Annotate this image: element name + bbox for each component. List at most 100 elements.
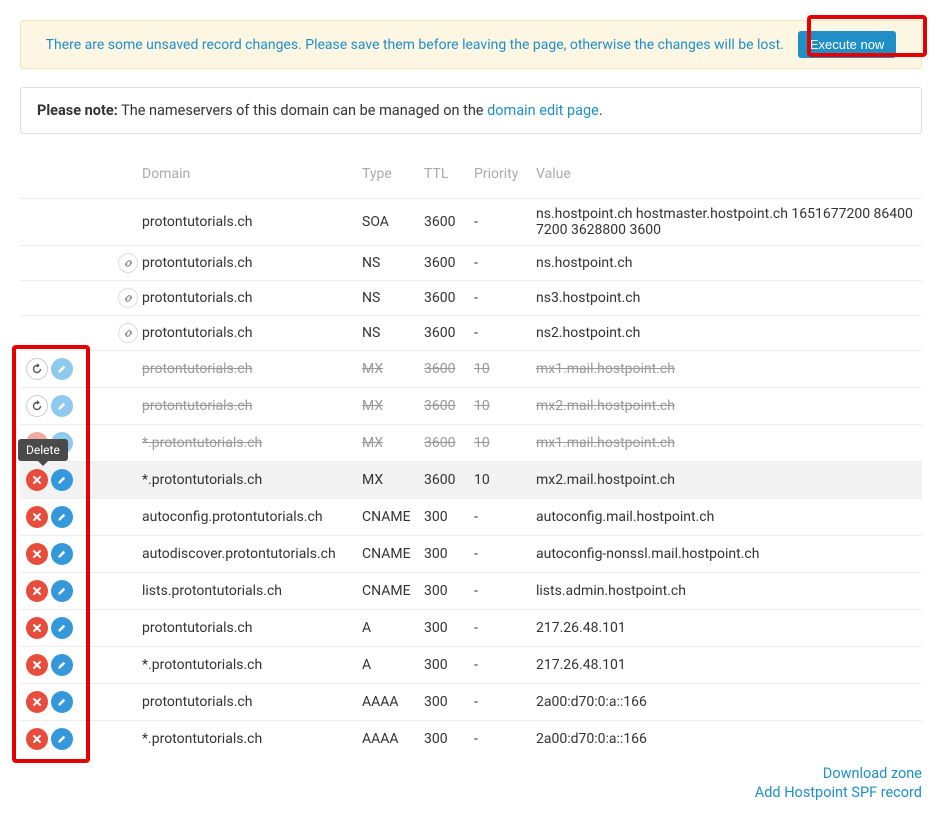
cell-value: mx2.mail.hostpoint.ch [530,388,922,425]
cell-type: A [356,610,418,647]
cell-domain: protontutorials.ch [136,684,356,721]
cell-domain: protontutorials.ch [136,316,356,351]
table-row: protontutorials.chMX360010mx1.mail.hostp… [20,351,922,388]
note-suffix: . [599,102,603,119]
cell-value: 217.26.48.101 [530,610,922,647]
cell-type: AAAA [356,684,418,721]
header-type: Type [356,158,418,199]
table-row: autoconfig.protontutorials.chCNAME300-au… [20,499,922,536]
delete-icon[interactable] [26,691,48,713]
edit-icon[interactable] [51,580,73,602]
cell-priority: - [468,610,530,647]
cell-value: ns.hostpoint.ch [530,246,922,281]
cell-ttl: 3600 [418,199,468,246]
header-value: Value [530,158,922,199]
link-icon [118,253,138,273]
cell-priority: - [468,499,530,536]
dns-records-table-wrap: Domain Type TTL Priority Value protontut… [20,158,922,757]
cell-value: mx2.mail.hostpoint.ch [530,462,922,499]
cell-domain: protontutorials.ch [136,610,356,647]
cell-ttl: 300 [418,536,468,573]
cell-type: MX [356,425,418,462]
delete-icon[interactable] [26,469,48,491]
cell-domain: autodiscover.protontutorials.ch [136,536,356,573]
cell-value: mx1.mail.hostpoint.ch [530,425,922,462]
cell-type: CNAME [356,573,418,610]
cell-value: 217.26.48.101 [530,647,922,684]
cell-priority: - [468,536,530,573]
edit-icon[interactable] [51,469,73,491]
cell-value: 2a00:d70:0:a::166 [530,684,922,721]
cell-value: ns2.hostpoint.ch [530,316,922,351]
table-row: protontutorials.chSOA3600-ns.hostpoint.c… [20,199,922,246]
footer-links: Download zone Add Hostpoint SPF record [20,765,922,801]
edit-icon[interactable] [51,395,73,417]
cell-domain: *.protontutorials.ch [136,462,356,499]
cell-ttl: 300 [418,647,468,684]
table-row: *.protontutorials.chMX360010mx1.mail.hos… [20,425,922,462]
table-row: protontutorials.chAAAA300-2a00:d70:0:a::… [20,684,922,721]
edit-icon[interactable] [51,691,73,713]
delete-icon[interactable] [26,543,48,565]
cell-ttl: 3600 [418,281,468,316]
download-zone-link[interactable]: Download zone [20,765,922,782]
cell-ttl: 3600 [418,246,468,281]
cell-ttl: 3600 [418,388,468,425]
nameserver-note: Please note: The nameservers of this dom… [20,87,922,134]
edit-icon[interactable] [51,617,73,639]
table-row: lists.protontutorials.chCNAME300-lists.a… [20,573,922,610]
delete-icon[interactable] [26,580,48,602]
table-row: *.protontutorials.chMX360010mx2.mail.hos… [20,462,922,499]
edit-icon[interactable] [51,358,73,380]
cell-value: ns3.hostpoint.ch [530,281,922,316]
alert-message: There are some unsaved record changes. P… [46,37,784,53]
execute-now-button[interactable]: Execute now [798,31,896,58]
cell-value: autoconfig.mail.hostpoint.ch [530,499,922,536]
cell-type: CNAME [356,536,418,573]
cell-ttl: 3600 [418,462,468,499]
add-spf-link[interactable]: Add Hostpoint SPF record [20,784,922,801]
table-row: protontutorials.chMX360010mx2.mail.hostp… [20,388,922,425]
cell-type: CNAME [356,499,418,536]
revert-icon[interactable] [26,395,48,417]
unsaved-changes-alert: There are some unsaved record changes. P… [20,20,922,69]
cell-domain: protontutorials.ch [136,388,356,425]
cell-type: MX [356,388,418,425]
cell-type: AAAA [356,721,418,758]
table-row: *.protontutorials.chAAAA300-2a00:d70:0:a… [20,721,922,758]
delete-icon[interactable] [26,654,48,676]
dns-records-table: Domain Type TTL Priority Value protontut… [20,158,922,757]
edit-icon[interactable] [51,506,73,528]
delete-tooltip: Delete [18,439,68,461]
edit-icon[interactable] [51,543,73,565]
delete-icon[interactable] [26,617,48,639]
header-ttl: TTL [418,158,468,199]
cell-priority: - [468,316,530,351]
cell-domain: protontutorials.ch [136,351,356,388]
cell-type: MX [356,462,418,499]
cell-ttl: 300 [418,610,468,647]
cell-domain: lists.protontutorials.ch [136,573,356,610]
cell-ttl: 300 [418,499,468,536]
cell-domain: autoconfig.protontutorials.ch [136,499,356,536]
cell-priority: - [468,647,530,684]
cell-ttl: 300 [418,684,468,721]
domain-edit-link[interactable]: domain edit page [487,102,599,119]
cell-domain: protontutorials.ch [136,199,356,246]
cell-domain: protontutorials.ch [136,246,356,281]
cell-ttl: 300 [418,721,468,758]
edit-icon[interactable] [51,654,73,676]
revert-icon[interactable] [26,358,48,380]
cell-value: ns.hostpoint.ch hostmaster.hostpoint.ch … [530,199,922,246]
table-row: protontutorials.chA300-217.26.48.101 [20,610,922,647]
cell-type: MX [356,351,418,388]
cell-ttl: 3600 [418,425,468,462]
delete-icon[interactable] [26,506,48,528]
table-row: protontutorials.chNS3600-ns.hostpoint.ch [20,246,922,281]
cell-type: NS [356,316,418,351]
cell-type: SOA [356,199,418,246]
edit-icon[interactable] [51,728,73,750]
link-icon [118,288,138,308]
cell-priority: - [468,199,530,246]
delete-icon[interactable] [26,728,48,750]
